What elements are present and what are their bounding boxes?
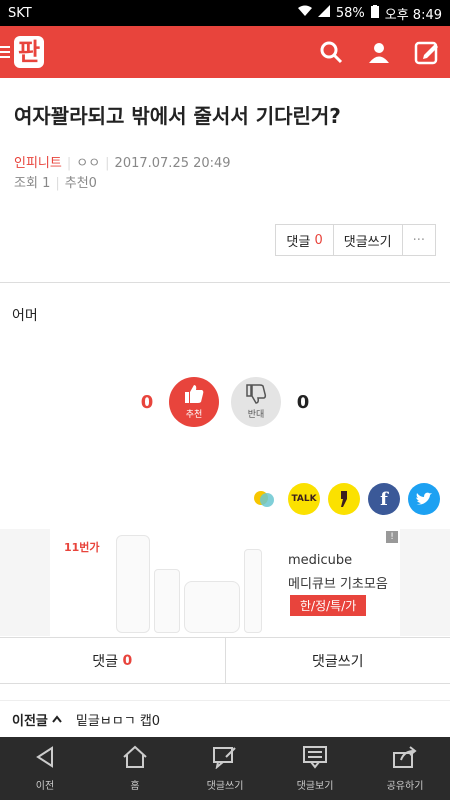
write-comment-button[interactable]: 댓글쓰기 [334,225,403,255]
bottom-nav: 이전 홈 댓글쓰기 댓글보기 공유하기 [0,737,450,800]
kakaostory-icon[interactable] [248,483,280,515]
nav-share-label: 공유하기 [386,781,424,792]
ad-brand: medicube [288,553,353,568]
nav-view-comments-label: 댓글보기 [296,781,334,792]
search-icon[interactable] [318,39,344,65]
logo-text: 판 [14,36,45,68]
app-header: 판 [0,26,450,78]
views-count: 1 [42,176,51,191]
vote-section: 0 추천 반대 0 [0,377,450,427]
advertisement-banner[interactable]: 11번가 medicube 메디큐브 기초모음 한/정/특/가 ! [0,529,450,636]
views-label: 조회 [14,176,38,191]
thumbs-up-icon [183,384,205,407]
upvote-label: 추천 [185,410,203,420]
status-bar: SKT 58% 오후 8:49 [0,0,450,26]
recommend-label: 추천 [64,176,89,191]
battery-level: 58% [335,5,365,21]
battery-icon [370,4,379,22]
product-jar [184,581,240,633]
share-buttons: TALK f [0,483,450,515]
author-tag: ㅇㅇ [76,156,101,171]
nav-home[interactable]: 홈 [90,737,180,800]
upvote-count: 0 [140,391,154,413]
previous-post[interactable]: 이전글 밑글ㅂㅁㄱ 캡0 [0,700,450,737]
back-icon [33,745,57,772]
prev-title: 밑글ㅂㅁㄱ 캡0 [75,713,161,729]
downvote-label: 반대 [247,410,265,420]
kakao-share-icon[interactable] [328,483,360,515]
ad-text: 메디큐브 기초모음 [288,577,388,592]
write-icon[interactable] [414,39,440,65]
product-bottle [154,569,180,633]
home-icon [122,745,148,772]
write-comment-tab[interactable]: 댓글쓰기 [226,638,450,683]
carrier: SKT [8,5,32,21]
share-icon [392,745,418,772]
comments-button[interactable]: 댓글 0 [276,225,334,255]
nav-share[interactable]: 공유하기 [360,737,450,800]
post-action-buttons: 댓글 0 댓글쓰기 ··· [275,224,436,256]
thumbs-down-icon [245,384,267,407]
comments-tab[interactable]: 댓글 0 [0,638,226,683]
nav-back[interactable]: 이전 [0,737,90,800]
wifi-icon [297,5,312,21]
write-comment-icon [212,745,238,772]
ad-info-icon[interactable]: ! [386,531,398,543]
nav-back-label: 이전 [35,781,55,792]
downvote-button[interactable]: 반대 [231,377,281,427]
post-body: 어머 [12,308,38,324]
post-header: 여자꽐라되고 밖에서 줄서서 기다린거? 인피니트 | ㅇㅇ | 2017.07.25 … [0,78,450,256]
post-date: 2017.07.25 20:49 [114,156,231,171]
ad-badge: 11번가 [64,541,100,554]
nav-write-comment-label: 댓글쓰기 [206,781,244,792]
downvote-count: 0 [296,391,310,413]
upvote-button[interactable]: 추천 [169,377,219,427]
ad-pill: 한/정/특/가 [290,595,367,616]
kakaotalk-icon[interactable]: TALK [288,483,320,515]
post-author[interactable]: 인피니트 [14,156,62,171]
comment-bar: 댓글 0 댓글쓰기 [0,637,450,684]
twitter-icon[interactable] [408,483,440,515]
clock: 오후 8:49 [384,7,442,23]
post-meta: 인피니트 | ㅇㅇ | 2017.07.25 20:49 조회 1 | 추천0 [14,156,231,191]
nav-view-comments[interactable]: 댓글보기 [270,737,360,800]
menu-icon[interactable] [0,43,10,61]
nav-home-label: 홈 [130,781,140,792]
facebook-icon[interactable]: f [368,483,400,515]
view-comments-icon [302,745,328,772]
pann-logo[interactable]: 판 [0,36,45,68]
recommend-count: 0 [88,176,97,191]
chevron-up-icon [52,712,62,727]
nav-write-comment[interactable]: 댓글쓰기 [180,737,270,800]
signal-icon [317,5,330,21]
product-tube [116,535,150,633]
post-title: 여자꽐라되고 밖에서 줄서서 기다린거? [14,104,341,128]
prev-label: 이전글 [12,713,48,729]
user-icon[interactable] [366,39,392,65]
more-button[interactable]: ··· [403,225,435,255]
product-serum [244,549,262,633]
